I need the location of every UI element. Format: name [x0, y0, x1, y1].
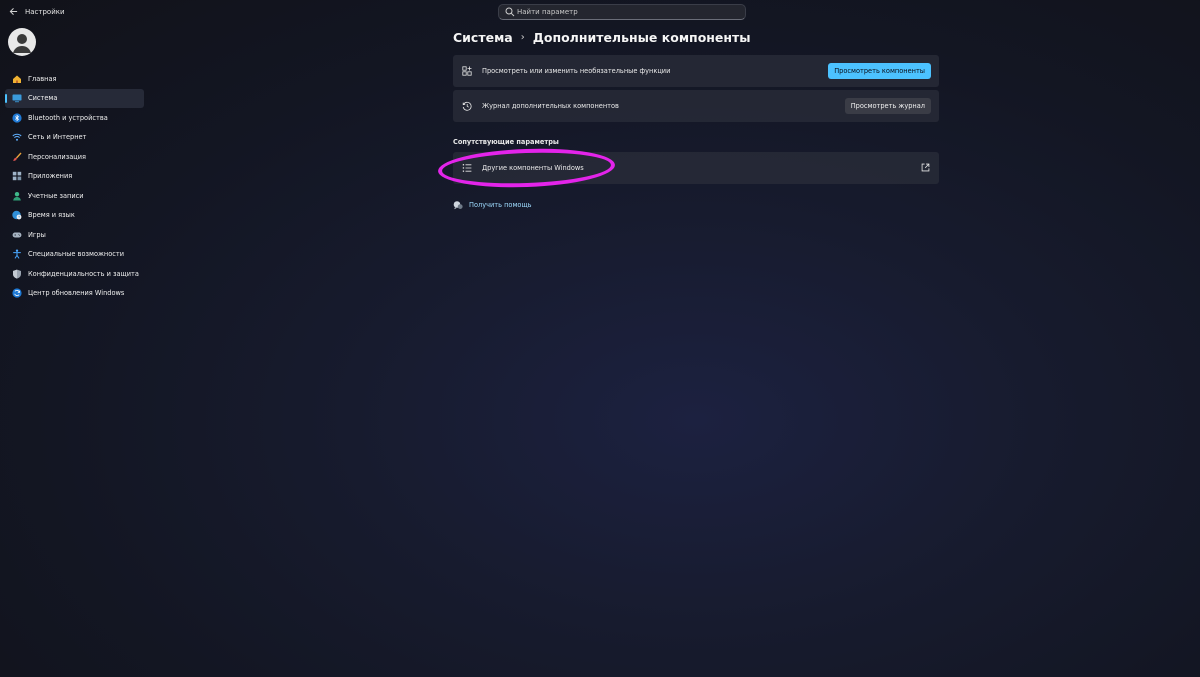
search-box[interactable] — [498, 4, 746, 20]
get-help-label: Получить помощь — [469, 201, 532, 209]
sidebar-item-label: Центр обновления Windows — [28, 289, 125, 298]
system-icon — [12, 94, 22, 103]
search-input[interactable] — [517, 5, 737, 19]
optional-features-label: Просмотреть или изменить необязательные … — [482, 67, 671, 75]
accessibility-icon — [13, 249, 21, 259]
back-arrow-icon — [9, 7, 17, 16]
view-features-button[interactable]: Просмотреть компоненты — [828, 63, 931, 79]
get-help-link[interactable]: Получить помощь — [453, 200, 532, 210]
help-chat-icon — [453, 201, 463, 210]
history-label: Журнал дополнительных компонентов — [482, 102, 619, 110]
sidebar-item-time-language[interactable]: Время и язык — [5, 206, 144, 226]
brush-icon — [13, 152, 22, 161]
title-bar: Настройки — [0, 0, 1200, 24]
sidebar-item-home[interactable]: Главная — [5, 69, 144, 89]
bluetooth-icon — [12, 113, 22, 123]
sidebar-item-privacy[interactable]: Конфиденциальность и защита — [5, 264, 144, 284]
sidebar-item-label: Главная — [28, 74, 57, 83]
sidebar-item-label: Учетные записи — [28, 191, 84, 200]
history-icon — [462, 101, 472, 111]
sidebar-item-system[interactable]: Система — [5, 88, 144, 108]
sidebar-item-label: Время и язык — [28, 211, 75, 220]
avatar[interactable] — [8, 28, 36, 56]
sidebar-item-windows-update[interactable]: Центр обновления Windows — [5, 284, 144, 304]
sidebar-item-label: Конфиденциальность и защита — [28, 269, 139, 278]
sidebar-item-label: Персонализация — [28, 152, 86, 161]
sidebar-item-bluetooth[interactable]: Bluetooth и устройства — [5, 108, 144, 128]
sidebar-item-label: Сеть и Интернет — [28, 133, 87, 142]
chevron-right-icon: › — [520, 31, 525, 43]
breadcrumb-parent[interactable]: Система — [453, 30, 513, 45]
view-history-button[interactable]: Просмотреть журнал — [844, 98, 931, 114]
user-icon — [13, 34, 31, 53]
sidebar-item-label: Приложения — [28, 172, 73, 181]
add-feature-icon — [462, 66, 472, 76]
shield-icon — [13, 269, 21, 279]
open-external-icon — [921, 163, 930, 172]
sidebar-item-network[interactable]: Сеть и Интернет — [5, 128, 144, 148]
home-icon — [13, 75, 21, 83]
sidebar-item-label: Специальные возможности — [28, 250, 125, 259]
account-icon — [13, 191, 21, 201]
globe-clock-icon — [12, 211, 22, 220]
app-title: Настройки — [25, 8, 65, 16]
search-icon — [505, 7, 515, 17]
optional-features-card: Просмотреть или изменить необязательные … — [453, 55, 939, 87]
related-settings-heading: Сопутствующие параметры — [453, 138, 559, 146]
gamepad-icon — [12, 232, 22, 238]
sidebar-item-accessibility[interactable]: Специальные возможности — [5, 245, 144, 265]
sidebar-item-accounts[interactable]: Учетные записи — [5, 186, 144, 206]
apps-icon — [12, 172, 22, 181]
breadcrumb: Система › Дополнительные компоненты — [453, 28, 751, 46]
sidebar-item-label: Игры — [28, 230, 46, 239]
sidebar-item-label: Система — [28, 94, 58, 103]
sidebar-item-gaming[interactable]: Игры — [5, 225, 144, 245]
features-history-card: Журнал дополнительных компонентов Просмо… — [453, 90, 939, 122]
sidebar-item-personalization[interactable]: Персонализация — [5, 147, 144, 167]
back-button[interactable] — [6, 5, 20, 19]
sidebar-nav: Главная Система Bluetooth и устройства С… — [5, 69, 144, 303]
wifi-icon — [12, 134, 22, 142]
sidebar-item-apps[interactable]: Приложения — [5, 167, 144, 187]
sidebar-item-label: Bluetooth и устройства — [28, 113, 108, 122]
page-title: Дополнительные компоненты — [532, 29, 751, 45]
update-icon — [12, 288, 22, 298]
